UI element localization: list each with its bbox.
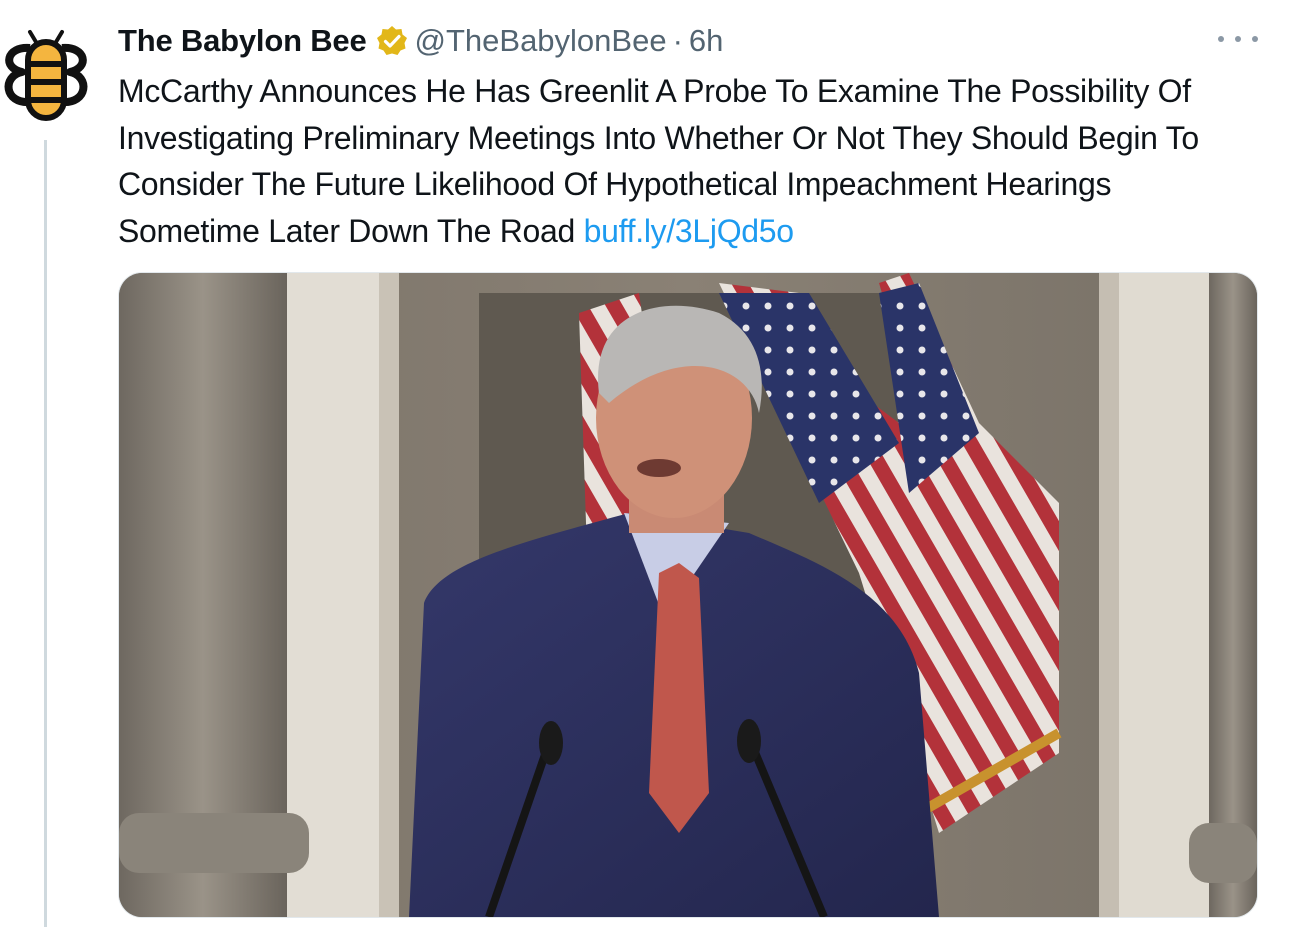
timestamp[interactable]: 6h <box>689 23 723 59</box>
tweet-link[interactable]: buff.ly/3LjQd5o <box>584 213 794 249</box>
display-name[interactable]: The Babylon Bee <box>118 23 367 59</box>
tweet-media-video-thumbnail[interactable] <box>118 272 1258 918</box>
press-conference-photo <box>119 273 1257 917</box>
more-dot <box>1235 36 1241 42</box>
tweet-header: The Babylon Bee @TheBabylonBee · 6h <box>118 18 1258 64</box>
more-options-icon[interactable] <box>1218 24 1258 54</box>
more-dot <box>1218 36 1224 42</box>
avatar[interactable] <box>0 28 92 124</box>
separator-dot: · <box>672 23 683 58</box>
thread-line <box>44 140 47 927</box>
babylon-bee-logo-icon <box>4 30 88 121</box>
more-dot <box>1252 36 1258 42</box>
handle[interactable]: @TheBabylonBee <box>415 23 667 59</box>
avatar-column <box>0 0 96 927</box>
tweet-text: McCarthy Announces He Has Greenlit A Pro… <box>118 68 1258 254</box>
tweet[interactable]: The Babylon Bee @TheBabylonBee · 6h McCa… <box>118 18 1258 254</box>
verified-badge-icon[interactable] <box>375 24 409 58</box>
